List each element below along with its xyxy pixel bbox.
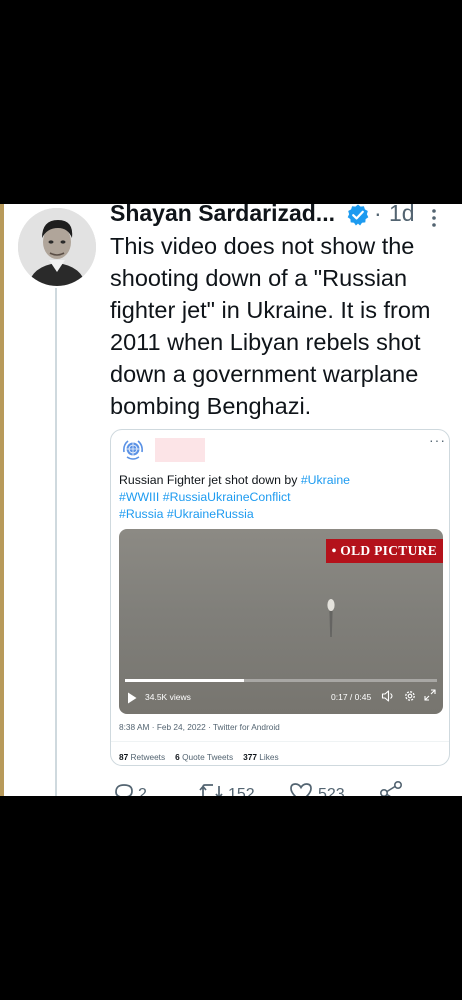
quoted-tweet[interactable]: ··· Russian Fighter jet shot down by #Uk… <box>110 429 450 766</box>
old-picture-badge: • OLD PICTURE <box>325 539 443 563</box>
hashtag-link[interactable]: #UkraineRussia <box>167 507 254 521</box>
likes-label[interactable]: Likes <box>259 752 278 762</box>
retweets-label[interactable]: Retweets <box>131 752 166 762</box>
video-views: 34.5K views <box>145 692 191 702</box>
verified-badge-icon <box>347 204 369 226</box>
tweet-time[interactable]: 1d <box>389 204 415 227</box>
tweet-card[interactable]: Shayan Sardarizad... · 1d This video doe… <box>0 204 462 796</box>
reply-icon <box>115 784 133 796</box>
volume-muted-icon[interactable] <box>381 689 395 703</box>
quoted-text-intro: Russian Fighter jet shot down by <box>119 473 301 487</box>
retweet-icon <box>199 784 223 796</box>
hashtag-link[interactable]: #Ukraine <box>301 473 350 487</box>
quoted-more-options-icon[interactable]: ··· <box>429 432 446 448</box>
hashtag-link[interactable]: #RussiaUkraineConflict <box>163 490 291 504</box>
un-emblem-icon <box>122 439 144 461</box>
like-count: 523 <box>318 786 345 796</box>
retweet-count: 152 <box>228 786 255 796</box>
quoted-tweet-meta: 8:38 AM · Feb 24, 2022 · Twitter for And… <box>119 722 280 732</box>
reply-count: 2 <box>138 786 147 796</box>
author-photo-icon <box>18 208 96 286</box>
quoted-author-name-redacted[interactable] <box>155 438 205 462</box>
quote-tweets-label[interactable]: Quote Tweets <box>182 752 233 762</box>
author-name[interactable]: Shayan Sardarizad... <box>110 204 335 227</box>
quoted-tweet-text: Russian Fighter jet shot down by #Ukrain… <box>119 472 439 523</box>
play-icon[interactable] <box>127 692 137 704</box>
more-options-icon[interactable] <box>426 206 442 230</box>
video-player[interactable]: • OLD PICTURE 34.5K views 0:17 / 0:45 <box>119 529 443 714</box>
falling-jet-image <box>327 599 335 637</box>
tweet-text: This video does not show the shooting do… <box>110 233 431 419</box>
video-time: 0:17 / 0:45 <box>331 692 372 702</box>
hashtag-link[interactable]: #WWIII <box>119 490 159 504</box>
video-progress-fill <box>125 679 244 682</box>
fullscreen-expand-icon[interactable] <box>424 689 436 701</box>
thread-line <box>55 288 57 796</box>
settings-gear-icon[interactable] <box>403 689 417 703</box>
hashtag-link[interactable]: #Russia <box>119 507 163 521</box>
share-icon <box>380 780 402 796</box>
quoted-divider <box>111 741 449 742</box>
quoted-tweet-stats: 87 Retweets 6 Quote Tweets 377 Likes <box>119 752 279 762</box>
likes-count: 377 <box>243 752 257 762</box>
tweet-actions-bar: 2 152 523 <box>112 780 452 796</box>
left-edge-accent <box>0 204 4 796</box>
author-avatar[interactable] <box>18 208 96 286</box>
time-separator: · <box>374 204 382 226</box>
quote-tweets-count: 6 <box>175 752 180 762</box>
retweets-count: 87 <box>119 752 129 762</box>
video-progress-bar[interactable] <box>125 679 437 682</box>
heart-icon <box>290 783 312 796</box>
